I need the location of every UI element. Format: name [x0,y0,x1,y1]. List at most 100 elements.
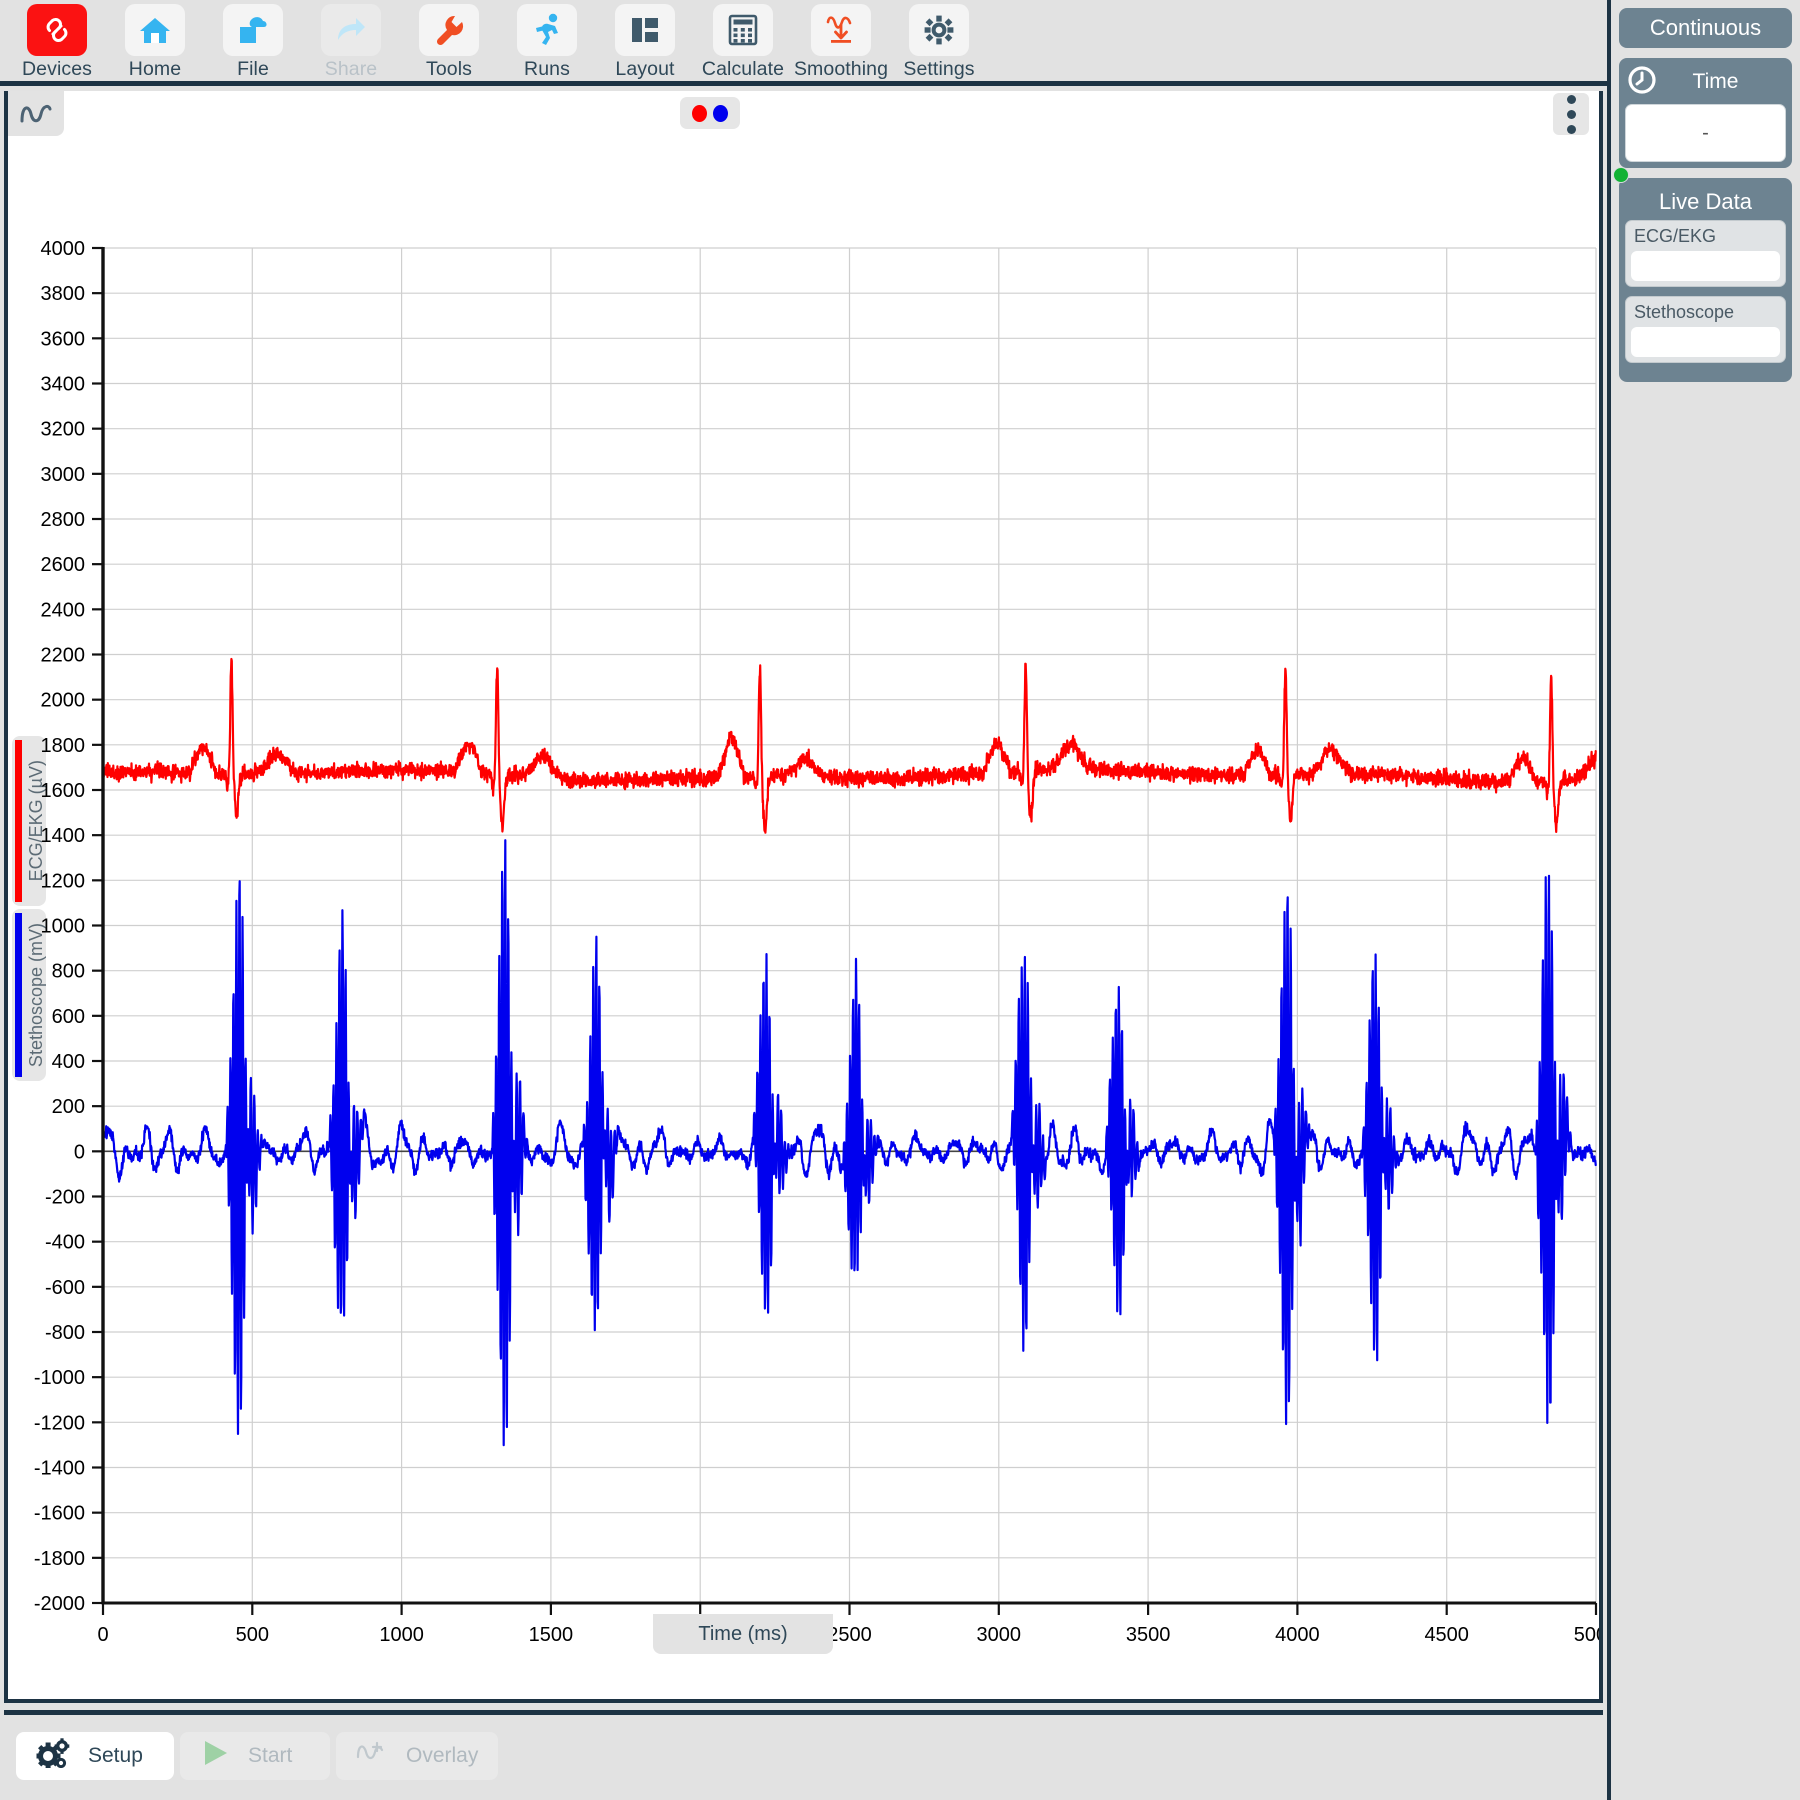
legend-dot-1[interactable] [713,105,728,122]
top-toolbar: Devices Home File Share Tools Runs Layout Calcu… [0,0,1607,86]
x-axis-ticks: 0500100015002000250030003500400045005000 [97,1603,1599,1646]
setup-button-label: Setup [88,1744,143,1768]
svg-text:200: 200 [52,1096,85,1118]
svg-text:3500: 3500 [1126,1624,1171,1646]
runner-icon [517,4,577,56]
live-data-card: Live Data ECG/EKG Stethoscope [1619,178,1792,382]
svg-text:600: 600 [52,1006,85,1028]
svg-text:-1600: -1600 [34,1503,85,1525]
legend-dot-0[interactable] [692,105,707,122]
gear-icon [909,4,969,56]
toolbar-item-label: Home [129,58,181,81]
svg-text:4000: 4000 [41,238,86,260]
sensor-card[interactable]: ECG/EKG [1625,220,1786,287]
svg-text:-1800: -1800 [34,1548,85,1570]
setup-button[interactable]: Setup [16,1732,174,1780]
start-button[interactable]: Start [180,1732,330,1780]
toolbar-item-label: Share [325,58,378,81]
clock-icon [1627,65,1657,100]
toolbar-item-label: Tools [426,58,472,81]
toolbar-item-label: Smoothing [794,58,888,81]
bottom-toolbar: Setup Start Overlay [4,1710,1603,1796]
svg-text:-600: -600 [45,1277,85,1299]
dot [1567,95,1576,104]
svg-text:2200: 2200 [41,645,86,667]
toolbar-item-tools[interactable]: Tools [402,4,496,81]
overlay-button-label: Overlay [406,1744,478,1768]
svg-text:1200: 1200 [41,870,86,892]
svg-text:3600: 3600 [41,328,86,350]
sensor-card[interactable]: Stethoscope [1625,296,1786,363]
svg-text:0: 0 [97,1624,108,1646]
svg-text:400: 400 [52,1051,85,1073]
start-button-label: Start [248,1744,292,1768]
sine-wave-icon[interactable] [8,91,64,136]
toolbar-item-home[interactable]: Home [108,4,202,81]
svg-text:3800: 3800 [41,283,86,305]
plot-area[interactable]: 4000380036003400320030002800260024002200… [8,136,1599,1696]
toolbar-item-calculate[interactable]: Calculate [696,4,790,81]
time-card: Time - [1619,58,1792,168]
svg-text:-200: -200 [45,1187,85,1209]
svg-text:800: 800 [52,961,85,983]
svg-text:-400: -400 [45,1232,85,1254]
svg-text:2600: 2600 [41,554,86,576]
chart-gridlines [103,248,1596,1603]
graph-panel: ECG/EKG (µV) Stethoscope (mV) 4000380036… [4,91,1603,1703]
svg-text:1000: 1000 [41,916,86,938]
time-value: - [1625,104,1786,162]
toolbar-item-label: File [237,58,269,81]
play-icon [200,1738,230,1774]
y-axis-ticks: 4000380036003400320030002800260024002200… [34,238,103,1615]
wrench-icon [419,4,479,56]
toolbar-item-label: Devices [22,58,92,81]
toolbar-item-label: Settings [903,58,974,81]
svg-text:2000: 2000 [41,690,86,712]
chart-svg[interactable]: 4000380036003400320030002800260024002200… [8,136,1599,1696]
vertical-dots-icon[interactable] [1553,93,1589,135]
toolbar-item-layout[interactable]: Layout [598,4,692,81]
svg-text:4000: 4000 [1275,1624,1320,1646]
mode-selector[interactable]: Continuous [1619,8,1792,48]
connection-status-indicator [1613,167,1629,183]
link-icon [27,4,87,56]
svg-text:-2000: -2000 [34,1593,85,1615]
toolbar-item-label: Runs [524,58,570,81]
toolbar-item-devices[interactable]: Devices [10,4,104,81]
overlay-wave-icon [356,1739,388,1773]
toolbar-item-runs[interactable]: Runs [500,4,594,81]
live-data-title: Live Data [1625,184,1786,220]
time-card-title: Time [1667,70,1786,94]
main-column: Devices Home File Share Tools Runs Layout Calcu… [0,0,1607,1800]
svg-text:2400: 2400 [41,599,86,621]
overlay-button[interactable]: Overlay [336,1732,498,1780]
toolbar-item-smoothing[interactable]: Smoothing [794,4,888,81]
sensor-name: Stethoscope [1631,301,1780,327]
sensor-value [1631,327,1780,357]
dot [1567,110,1576,119]
calculator-icon [713,4,773,56]
svg-text:-1400: -1400 [34,1458,85,1480]
sensor-name: ECG/EKG [1631,225,1780,251]
svg-text:3200: 3200 [41,419,86,441]
series-legend[interactable] [680,97,740,129]
mode-label: Continuous [1650,15,1761,41]
graph-header [8,91,1599,136]
sensor-list: ECG/EKG Stethoscope [1625,220,1786,363]
smoothing-icon [811,4,871,56]
svg-text:5000: 5000 [1574,1624,1599,1646]
svg-text:-1200: -1200 [34,1412,85,1434]
svg-text:1400: 1400 [41,825,86,847]
svg-text:500: 500 [236,1624,269,1646]
toolbar-item-label: Calculate [702,58,784,81]
gears-icon [36,1738,70,1774]
right-sidebar: Continuous Time - Live Data ECG/EKG Steth… [1607,0,1800,1800]
svg-text:4500: 4500 [1424,1624,1469,1646]
toolbar-item-share: Share [304,4,398,81]
svg-text:-1000: -1000 [34,1367,85,1389]
svg-text:2800: 2800 [41,509,86,531]
toolbar-item-label: Layout [615,58,674,81]
toolbar-item-file[interactable]: File [206,4,300,81]
x-axis-label: Time (ms) [653,1614,833,1654]
toolbar-item-settings[interactable]: Settings [892,4,986,81]
